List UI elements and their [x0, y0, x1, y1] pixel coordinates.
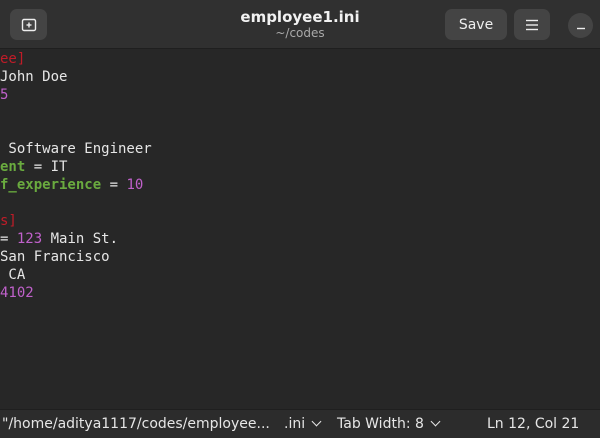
- code-line: 4102: [0, 284, 34, 302]
- file-path-label: "/home/aditya1117/codes/employee...: [2, 416, 270, 432]
- code-token: =: [101, 177, 127, 193]
- code-line: ent = IT: [0, 158, 67, 176]
- code-token: 5: [0, 87, 9, 103]
- code-token: John Doe: [0, 69, 68, 85]
- chevron-down-icon: [311, 416, 322, 427]
- code-token: ee]: [0, 51, 26, 67]
- code-token: 10: [126, 177, 144, 193]
- code-line: ee]: [0, 50, 25, 68]
- header-bar: employee1.ini ~/codes Save: [0, 0, 600, 49]
- tab-width-label: Tab Width: 8: [337, 416, 424, 432]
- code-token: f_experience: [0, 177, 102, 193]
- code-token: 123: [16, 231, 43, 247]
- code-line: CA: [0, 266, 25, 284]
- hamburger-menu-icon: [526, 19, 538, 30]
- code-token: CA: [0, 267, 26, 283]
- status-bar: "/home/aditya1117/codes/employee... .ini…: [0, 409, 600, 438]
- window-title: employee1.ini: [240, 8, 360, 26]
- code-line: 5: [0, 86, 8, 104]
- code-token: 4102: [0, 285, 34, 301]
- code-line: = 123 Main St.: [0, 230, 118, 248]
- save-button[interactable]: Save: [445, 9, 507, 40]
- new-tab-icon: [21, 18, 36, 31]
- code-token: =: [0, 231, 17, 247]
- text-editor[interactable]: ee] John Doe 5 Software Engineer ent = IT f_…: [0, 49, 600, 409]
- new-tab-button[interactable]: [10, 9, 47, 40]
- code-line: Software Engineer: [0, 140, 152, 158]
- code-line: San Francisco: [0, 248, 110, 266]
- cursor-position[interactable]: Ln 12, Col 21: [487, 416, 579, 432]
- code-token: s]: [0, 213, 17, 229]
- chevron-down-icon: [430, 416, 441, 427]
- tab-width-selector[interactable]: Tab Width: 8: [337, 416, 441, 432]
- code-token: San Francisco: [0, 249, 110, 265]
- code-token: Software Engineer: [0, 141, 152, 157]
- window-subtitle: ~/codes: [275, 26, 325, 40]
- code-line: f_experience = 10: [0, 176, 143, 194]
- language-label: .ini: [284, 416, 306, 432]
- language-selector[interactable]: .ini: [284, 416, 322, 432]
- code-line: John Doe: [0, 68, 67, 86]
- code-token: = IT: [25, 159, 68, 175]
- minimize-button[interactable]: [568, 13, 593, 38]
- minimize-icon: [576, 27, 585, 29]
- code-line: s]: [0, 212, 17, 230]
- menu-button[interactable]: [514, 9, 550, 40]
- code-token: ent: [0, 159, 26, 175]
- code-token: Main St.: [42, 231, 119, 247]
